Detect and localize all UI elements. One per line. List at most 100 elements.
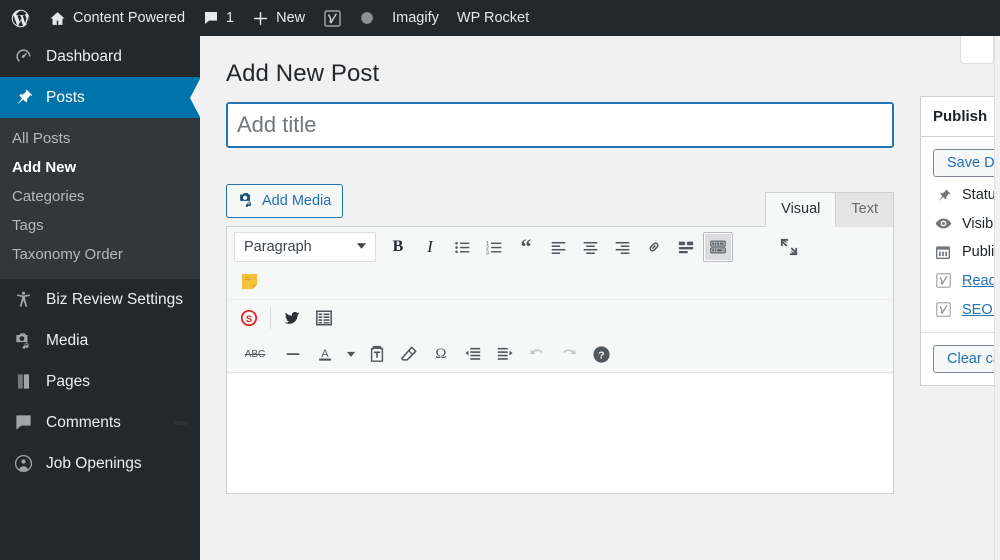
page-scrollbar[interactable] xyxy=(994,36,1000,560)
publish-row-visibility[interactable]: Visibility: xyxy=(933,205,1000,234)
sidebar-item-taxonomy-order[interactable]: Taxonomy Order xyxy=(0,240,200,269)
adminbar-yoast[interactable] xyxy=(314,0,351,36)
toolbar-row-2 xyxy=(227,265,893,299)
chevron-down-icon xyxy=(356,239,367,255)
insert-link-icon[interactable] xyxy=(639,232,669,262)
sidebar-item-label: Media xyxy=(46,331,89,349)
keyboard-shortcuts-icon[interactable]: ? xyxy=(586,339,616,369)
horizontal-rule-icon[interactable] xyxy=(278,339,308,369)
paste-as-text-icon[interactable] xyxy=(362,339,392,369)
align-right-icon[interactable] xyxy=(607,232,637,262)
sidebar-item-pages[interactable]: Pages xyxy=(0,361,200,402)
add-media-button[interactable]: Add Media xyxy=(226,184,344,218)
clear-cache-button[interactable]: Clear cache xyxy=(933,345,1000,373)
toolbar-toggle-icon[interactable] xyxy=(703,232,733,262)
adminbar-status-dot[interactable] xyxy=(351,0,383,36)
calendar-icon xyxy=(933,244,953,260)
text-color-icon[interactable]: A xyxy=(310,339,340,369)
adminbar-imagify[interactable]: Imagify xyxy=(383,0,448,36)
strikethrough-glyph: ABC xyxy=(244,348,266,360)
sidebar-item-media[interactable]: Media xyxy=(0,320,200,361)
yoast-seo-icon xyxy=(933,272,953,289)
sidebar-item-categories[interactable]: Categories xyxy=(0,182,200,211)
adminbar-site-name[interactable]: Content Powered xyxy=(40,0,194,36)
sidebar-item-label: Biz Review Settings xyxy=(46,290,183,308)
table-icon[interactable] xyxy=(309,303,339,333)
post-editor: Paragraph B I 123 “ S ABC A Ω ? xyxy=(226,226,894,494)
special-character-icon[interactable]: Ω xyxy=(426,339,456,369)
comments-pending-badge xyxy=(174,420,188,425)
admin-bar: Content Powered 1 New Imagify WP Rocket xyxy=(0,0,1000,36)
toolbar-row-4: ABC A Ω ? xyxy=(227,336,893,372)
submenu-label: Tags xyxy=(12,217,44,234)
sidebar-item-add-new[interactable]: Add New xyxy=(0,153,200,182)
submenu-label: Categories xyxy=(12,188,85,205)
pin-icon xyxy=(12,87,34,109)
sidebar-item-dashboard[interactable]: Dashboard xyxy=(0,36,200,77)
sidebar-item-posts[interactable]: Posts xyxy=(0,77,201,119)
publish-body: Save Draft Status: Visibility: Publish xyxy=(921,137,1000,332)
blockquote-glyph: “ xyxy=(520,234,532,259)
adminbar-new-label: New xyxy=(276,10,306,26)
adminbar-wordpress-logo[interactable] xyxy=(0,0,40,36)
svg-text:S: S xyxy=(246,314,252,324)
yoast-seo-icon xyxy=(933,301,953,318)
strikethrough-icon[interactable]: ABC xyxy=(234,339,276,369)
format-select-value: Paragraph xyxy=(244,239,312,255)
adminbar-new-content[interactable]: New xyxy=(243,0,314,36)
undo-icon[interactable] xyxy=(522,339,552,369)
blockquote-icon[interactable]: “ xyxy=(511,232,541,262)
redo-icon[interactable] xyxy=(554,339,584,369)
adminbar-imagify-label: Imagify xyxy=(392,10,439,26)
align-left-icon[interactable] xyxy=(543,232,573,262)
clear-formatting-icon[interactable] xyxy=(394,339,424,369)
tab-visual[interactable]: Visual xyxy=(765,192,837,227)
editor-mode-tabs: Visual Text xyxy=(765,192,894,227)
media-camera-music-icon xyxy=(12,330,34,352)
sidebar-item-label: Dashboard xyxy=(46,47,122,65)
tab-text[interactable]: Text xyxy=(835,192,894,227)
numbered-list-icon[interactable]: 123 xyxy=(479,232,509,262)
posts-submenu: All Posts Add New Categories Tags Taxono… xyxy=(0,118,200,279)
adminbar-wp-rocket[interactable]: WP Rocket xyxy=(448,0,538,36)
sidebar-item-job-openings[interactable]: Job Openings xyxy=(0,443,200,484)
sticky-note-icon[interactable] xyxy=(234,266,264,296)
main-content-area: Add New Post Add Media Visual Text xyxy=(200,36,1000,560)
text-color-dropdown-icon[interactable] xyxy=(342,339,360,369)
circle-icon xyxy=(360,11,374,25)
twitter-bird-icon[interactable] xyxy=(277,303,307,333)
sidebar-item-tags[interactable]: Tags xyxy=(0,211,200,240)
sidebar-item-comments[interactable]: Comments xyxy=(0,402,200,443)
submenu-label: All Posts xyxy=(12,130,71,147)
home-icon xyxy=(49,10,66,27)
editor-top-bar: Add Media Visual Text xyxy=(226,184,894,227)
publish-row-seo[interactable]: SEO: xyxy=(933,291,1000,320)
media-camera-music-icon xyxy=(238,191,255,212)
yoast-seo-icon xyxy=(323,9,342,28)
adminbar-comments[interactable]: 1 xyxy=(194,0,243,36)
editor-content-canvas[interactable] xyxy=(227,373,893,493)
bulleted-list-icon[interactable] xyxy=(447,232,477,262)
publish-row-readability[interactable]: Readability: xyxy=(933,262,1000,291)
sidebar-item-biz-review-settings[interactable]: Biz Review Settings xyxy=(0,279,200,320)
read-more-icon[interactable] xyxy=(671,232,701,262)
omega-glyph: Ω xyxy=(435,345,447,362)
indent-icon[interactable] xyxy=(490,339,520,369)
outdent-icon[interactable] xyxy=(458,339,488,369)
italic-glyph: I xyxy=(427,237,433,256)
publish-row-publish-date[interactable]: Publish xyxy=(933,234,1000,262)
toolbar-row-1: Paragraph B I 123 “ xyxy=(227,229,893,265)
italic-icon[interactable]: I xyxy=(415,232,445,262)
screen-options-tab[interactable] xyxy=(960,36,994,64)
publish-row-status[interactable]: Status: xyxy=(933,177,1000,205)
save-draft-button[interactable]: Save Draft xyxy=(933,149,1000,177)
shareaholic-icon[interactable]: S xyxy=(234,303,264,333)
fullscreen-icon[interactable] xyxy=(774,232,804,262)
post-title-input[interactable] xyxy=(226,102,894,148)
bold-icon[interactable]: B xyxy=(383,232,413,262)
accessibility-person-icon xyxy=(12,289,34,311)
align-center-icon[interactable] xyxy=(575,232,605,262)
sidebar-item-all-posts[interactable]: All Posts xyxy=(0,124,200,153)
publish-row-label[interactable]: SEO: xyxy=(962,302,997,318)
format-select[interactable]: Paragraph xyxy=(234,232,376,262)
